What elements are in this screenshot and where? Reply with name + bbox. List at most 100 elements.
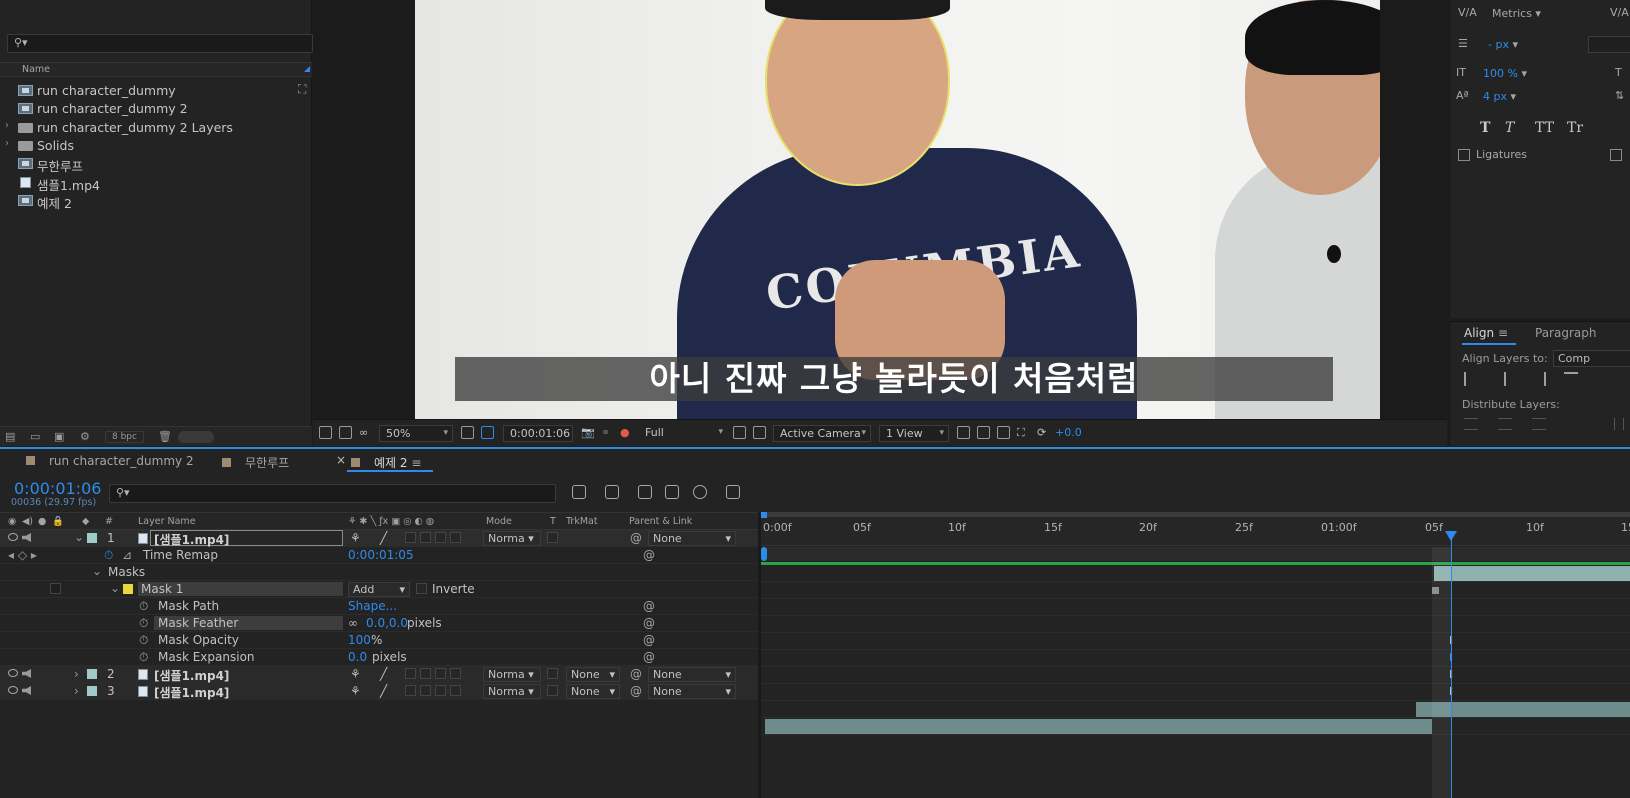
chevron-right-icon[interactable]: › xyxy=(74,684,79,698)
panel-menu-icon[interactable]: ≡ xyxy=(411,456,421,470)
motion-blur-switch[interactable] xyxy=(435,685,446,696)
stopwatch-icon[interactable]: ⏱ xyxy=(139,650,148,665)
camera-snapshot-icon[interactable]: 📷 xyxy=(581,426,595,439)
frame-blending-icon[interactable] xyxy=(665,485,679,499)
color-channels-icon[interactable]: ● xyxy=(620,426,630,439)
navigator-start-handle[interactable] xyxy=(761,512,767,518)
parent-dropdown[interactable]: None ▾ xyxy=(648,667,736,682)
track-matte-dropdown[interactable]: None ▾ xyxy=(566,667,620,682)
distribute-left-icon[interactable] xyxy=(1614,418,1624,430)
work-area-bar[interactable] xyxy=(761,547,1630,561)
effects-switch[interactable] xyxy=(405,532,416,543)
new-folder-icon[interactable]: ▭ xyxy=(30,430,40,443)
blend-mode-dropdown[interactable]: Norma ▾ xyxy=(483,667,541,682)
shy-layers-icon[interactable] xyxy=(638,485,652,499)
panel-menu-icon[interactable]: ≡ xyxy=(1498,326,1508,340)
project-search-input[interactable]: ⚲▾ xyxy=(7,34,313,53)
time-remap-value[interactable]: 0:00:01:05 xyxy=(348,548,414,562)
chevron-right-icon[interactable]: › xyxy=(5,138,9,149)
region-of-interest-icon[interactable] xyxy=(461,426,474,439)
layer-row-3[interactable]: › 3 [샘플1.mp4] ⚘ ╱ Norma ▾ None ▾ @ None ▾ xyxy=(0,683,760,700)
project-item[interactable]: › run character_dummy 2 Layers xyxy=(0,118,302,136)
mask-opacity-value[interactable]: 100 xyxy=(348,633,371,647)
keyframe-navigator-icon[interactable]: ◂ ◇ ▸ xyxy=(8,548,37,562)
project-item[interactable]: 예제 2 xyxy=(0,191,302,211)
trash-icon[interactable]: 🗑 xyxy=(158,430,172,443)
interpret-footage-icon[interactable]: ▤ xyxy=(5,430,15,443)
track-layer-3[interactable] xyxy=(761,718,1630,735)
mask-expansion-value[interactable]: 0.0 xyxy=(348,650,367,664)
stopwatch-icon[interactable]: ⏱ xyxy=(139,633,148,648)
effects-switch[interactable] xyxy=(405,685,416,696)
quality-switch-icon[interactable]: ╱ xyxy=(380,531,387,545)
time-navigator-bar[interactable] xyxy=(761,512,1630,518)
toggle-pixel-aspect-icon[interactable] xyxy=(957,426,970,439)
mask-row-1[interactable]: ⌄ Mask 1 Add ▾ Inverte xyxy=(0,581,760,598)
project-item[interactable]: 샘플1.mp4 xyxy=(0,173,302,193)
stopwatch-icon[interactable]: ⏱ xyxy=(104,548,113,563)
speaker-icon[interactable] xyxy=(22,669,31,678)
faux-bold-button[interactable]: T xyxy=(1480,120,1490,136)
layer-duration-bar[interactable] xyxy=(1434,566,1630,581)
tab-example-2[interactable]: 예제 2 ≡ xyxy=(351,454,421,471)
pick-whip-icon[interactable]: @ xyxy=(630,667,642,681)
expression-pick-whip-icon[interactable]: @ xyxy=(643,616,655,630)
tab-infinite-loop[interactable]: 무한루프 xyxy=(222,454,289,471)
current-time-display[interactable]: 0:00:01:06 xyxy=(503,425,573,442)
expression-pick-whip-icon[interactable]: @ xyxy=(643,548,655,562)
faux-italic-button[interactable]: T xyxy=(1505,120,1514,136)
blend-mode-dropdown[interactable]: Norma ▾ xyxy=(483,684,541,699)
align-to-dropdown[interactable]: Comp xyxy=(1553,350,1630,367)
reset-exposure-icon[interactable]: ⟳ xyxy=(1037,426,1046,439)
eye-icon[interactable] xyxy=(8,533,18,541)
project-item[interactable]: run character_dummy xyxy=(0,81,302,99)
tab-run-character-dummy-2[interactable]: run character_dummy 2 xyxy=(26,454,194,468)
project-item[interactable]: 무한루프 xyxy=(0,154,302,174)
label-tag-icon[interactable]: ◆ xyxy=(82,516,89,527)
mask-visibility-icon[interactable]: ∞ xyxy=(359,426,368,439)
mask-lock-switch[interactable] xyxy=(50,583,61,594)
kerning-dropdown[interactable]: Metrics ▾ xyxy=(1492,7,1541,20)
tab-paragraph[interactable]: Paragraph xyxy=(1535,326,1596,340)
align-right-icon[interactable] xyxy=(1532,372,1546,386)
motion-blur-switch[interactable] xyxy=(435,668,446,679)
align-horizontal-center-icon[interactable] xyxy=(1498,372,1506,386)
project-item[interactable]: run character_dummy 2 xyxy=(0,99,302,117)
layer-name-field[interactable]: [샘플1.mp4] xyxy=(150,530,343,547)
speaker-icon[interactable] xyxy=(22,533,31,542)
fast-previews-icon[interactable] xyxy=(733,426,746,439)
track-matte-dropdown[interactable]: None ▾ xyxy=(566,684,620,699)
camera-view-dropdown[interactable]: Active Camera ▾ xyxy=(773,425,871,442)
toggle-transparency-icon[interactable] xyxy=(753,426,766,439)
3d-layer-switch[interactable] xyxy=(450,532,461,543)
label-color-swatch[interactable] xyxy=(87,686,97,696)
frame-blend-switch[interactable] xyxy=(420,685,431,696)
expression-pick-whip-icon[interactable]: @ xyxy=(643,599,655,613)
preserve-transparency-checkbox[interactable] xyxy=(547,685,558,696)
mask-mode-dropdown[interactable]: Add ▾ xyxy=(348,582,410,597)
pick-whip-icon[interactable]: @ xyxy=(630,684,642,698)
property-row-mask-feather[interactable]: ⏱ Mask Feather ∞ 0.0,0.0 pixels @ xyxy=(0,615,760,632)
baseline-shift-field[interactable]: 4 px ▾ xyxy=(1483,90,1516,103)
layer-name[interactable]: [샘플1.mp4] xyxy=(154,684,229,701)
timeline-search-input[interactable]: ⚲▾ xyxy=(109,484,556,503)
frame-blend-switch[interactable] xyxy=(420,668,431,679)
preserve-transparency-checkbox[interactable] xyxy=(547,532,558,543)
monitor-icon[interactable] xyxy=(339,426,352,439)
project-column-header[interactable]: Name xyxy=(0,62,312,77)
property-row-mask-path[interactable]: ⏱ Mask Path Shape... @ xyxy=(0,598,760,615)
work-area-start-handle[interactable] xyxy=(761,547,767,561)
resolution-dropdown[interactable]: Full ▾ xyxy=(639,425,727,442)
comp-flow-icon[interactable]: ⛶ xyxy=(1017,426,1025,440)
leading-dropdown[interactable]: - px ▾ xyxy=(1488,38,1518,51)
distribute-bottom-icon[interactable] xyxy=(1532,418,1546,430)
transparency-grid-icon[interactable] xyxy=(481,426,494,439)
preserve-transparency-checkbox[interactable] xyxy=(547,668,558,679)
shy-switch-icon[interactable]: ⚘ xyxy=(350,684,361,698)
align-left-icon[interactable] xyxy=(1464,372,1478,386)
layer-name-column-label[interactable]: Layer Name xyxy=(138,516,196,527)
layer-row-1[interactable]: ⌄ 1 [샘플1.mp4] ⚘ ╱ Norma ▾ @ None ▾ xyxy=(0,530,760,547)
chevron-right-icon[interactable]: › xyxy=(74,667,79,681)
composition-mini-flowchart-icon[interactable] xyxy=(572,485,586,499)
align-top-icon[interactable] xyxy=(1564,372,1578,386)
